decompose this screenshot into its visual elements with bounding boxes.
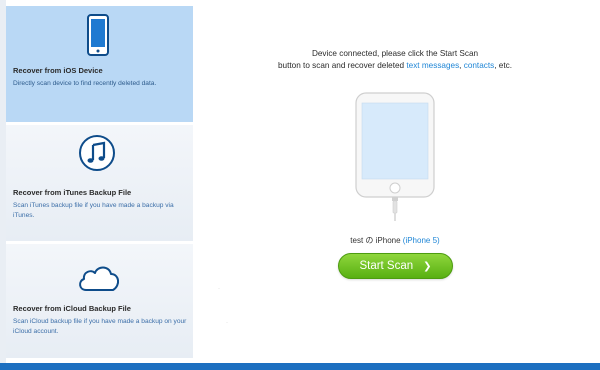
status-message-prefix: button to scan and recover deleted — [278, 61, 405, 70]
contacts-link[interactable]: contacts — [464, 61, 495, 70]
music-note-icon — [79, 135, 115, 171]
app-window: Recover from iOS Device Directly scan de… — [0, 0, 600, 363]
sidebar-item-desc: Directly scan device to find recently de… — [13, 80, 157, 87]
device-model: (iPhone 5) — [402, 236, 440, 245]
sidebar-item-title: Recover from iOS Device — [13, 66, 103, 75]
sidebar-item-ios-device[interactable]: Recover from iOS Device Directly scan de… — [6, 6, 193, 122]
device-name: test の iPhone — [350, 236, 401, 245]
sidebar-item-desc: Scan iTunes backup file if you have made… — [13, 202, 174, 219]
cloud-icon — [79, 266, 119, 291]
status-message-line2: button to scan and recover deleted text … — [230, 60, 560, 72]
iphone-illustration — [355, 92, 435, 221]
status-message-line1: Device connected, please click the Start… — [311, 49, 479, 58]
status-message: Device connected, please click the Start… — [230, 48, 560, 72]
text-messages-link[interactable]: text messages — [406, 61, 459, 70]
sidebar: Recover from iOS Device Directly scan de… — [6, 6, 199, 358]
active-item-pointer — [193, 64, 199, 76]
phone-icon — [87, 14, 109, 56]
sidebar-item-desc: Scan iCloud backup file if you have made… — [13, 318, 187, 335]
start-scan-label: Start Scan — [359, 260, 414, 272]
start-scan-button[interactable]: Start Scan ❯ — [338, 253, 453, 279]
sidebar-item-title: Recover from iTunes Backup File — [13, 188, 132, 197]
sidebar-item-itunes-backup[interactable]: Recover from iTunes Backup File Scan iTu… — [6, 125, 193, 241]
device-label: test の iPhone (iPhone 5) — [300, 235, 490, 246]
comma: , — [459, 61, 462, 70]
sidebar-item-icloud-backup[interactable]: Recover from iCloud Backup File Scan iCl… — [6, 244, 193, 358]
chevron-right-icon: ❯ — [423, 261, 432, 272]
decorative-dots: · — [218, 286, 220, 292]
sidebar-item-title: Recover from iCloud Backup File — [13, 304, 131, 313]
decorative-dots: · — [226, 320, 228, 326]
status-message-suffix: , etc. — [494, 61, 512, 70]
